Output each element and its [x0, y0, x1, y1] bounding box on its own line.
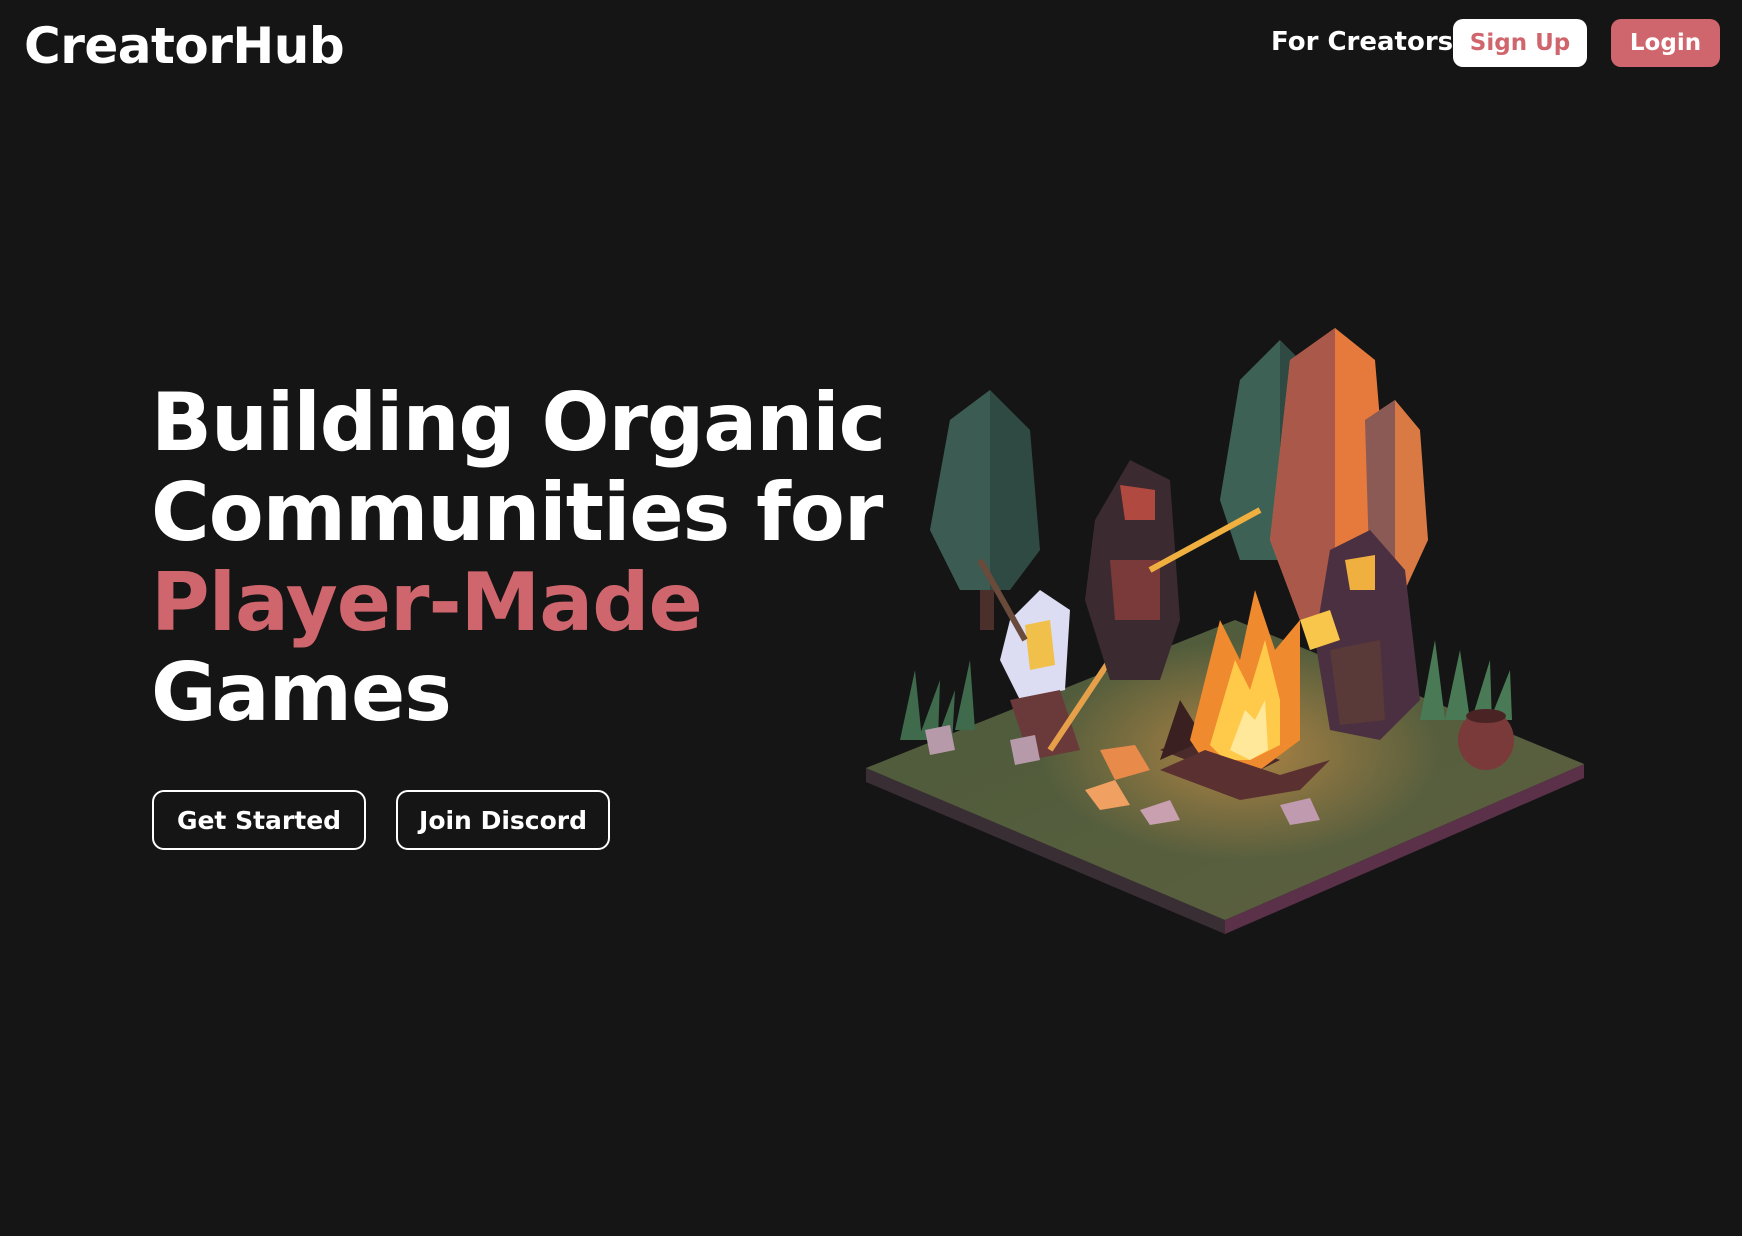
join-discord-button[interactable]: Join Discord	[396, 790, 610, 850]
signup-button[interactable]: Sign Up	[1453, 19, 1587, 67]
hero-title-line-1: Building Organic	[151, 376, 886, 469]
logo[interactable]: CreatorHub	[24, 14, 345, 78]
hero-title: Building Organic Communities for Player-…	[151, 376, 886, 739]
get-started-button[interactable]: Get Started	[152, 790, 366, 850]
hero-title-accent: Player-Made	[151, 556, 703, 649]
nav-link-for-creators[interactable]: For Creators	[1271, 22, 1453, 62]
hero-title-line-4: Games	[151, 646, 452, 739]
landing-page: CreatorHub For Creators Sign Up Login Bu…	[0, 0, 1742, 1236]
hero-title-line-2: Communities for	[151, 466, 883, 559]
campfire-scene-icon	[866, 328, 1584, 934]
tree-left	[930, 390, 1040, 630]
login-button[interactable]: Login	[1611, 19, 1720, 67]
